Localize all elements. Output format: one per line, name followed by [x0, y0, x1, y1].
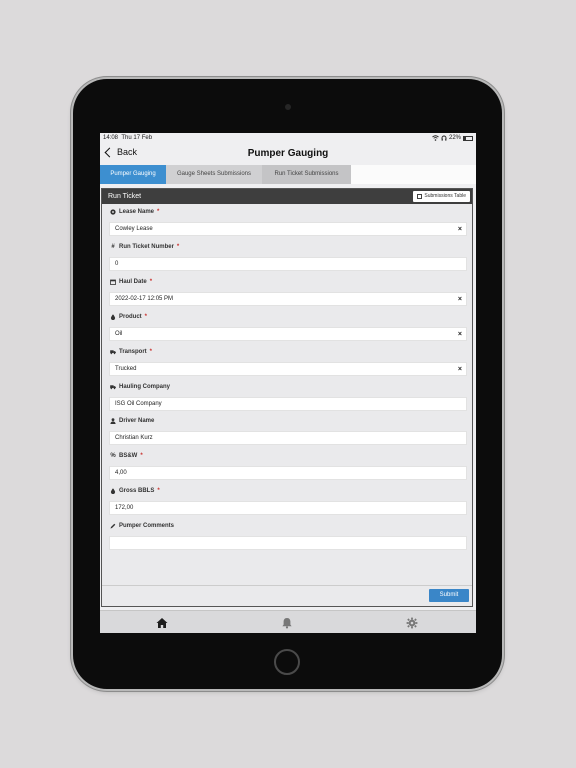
bsw-label: % BS&W *: [110, 453, 143, 459]
submissions-table-label: Submissions Table: [424, 193, 466, 199]
percent-icon: %: [110, 453, 116, 459]
bottom-tab-bar: [100, 610, 476, 633]
haul-date-input[interactable]: 2022-02-17 12:05 PM ×: [109, 292, 467, 306]
droplet-icon: [110, 314, 116, 320]
submissions-table-button[interactable]: Submissions Table: [413, 191, 470, 202]
clear-product-icon[interactable]: ×: [458, 328, 462, 341]
status-bar: 14:08 Thu 17 Feb 22%: [100, 133, 476, 143]
home-icon[interactable]: [155, 617, 169, 629]
driver-name-label: Driver Name: [110, 418, 154, 424]
run-ticket-form: Run Ticket Submissions Table Lease Name *…: [101, 188, 473, 607]
gross-bbls-label: Gross BBLS *: [110, 488, 160, 494]
app-screen: 14:08 Thu 17 Feb 22% Back Pumper Gauging…: [100, 133, 476, 633]
tab-pumper-gauging[interactable]: Pumper Gauging: [100, 165, 166, 184]
circle-icon: [110, 209, 116, 215]
calendar-icon: [110, 279, 116, 285]
transport-label: Transport *: [110, 349, 152, 355]
device-home-button[interactable]: [274, 649, 300, 675]
status-indicators: 22%: [432, 135, 473, 141]
driver-name-input[interactable]: Christian Kurz: [109, 431, 467, 445]
pencil-icon: [110, 523, 116, 529]
battery-percent: 22%: [448, 135, 461, 141]
battery-icon: [463, 135, 473, 141]
truck-icon: [110, 385, 116, 390]
form-footer: Submit: [102, 585, 472, 606]
transport-select[interactable]: Trucked ×: [109, 362, 467, 376]
status-time: 14:08 Thu 17 Feb: [103, 135, 153, 141]
tablet-frame: 14:08 Thu 17 Feb 22% Back Pumper Gauging…: [73, 79, 502, 689]
user-icon: [110, 418, 116, 424]
hauling-company-label: Hauling Company: [110, 384, 170, 390]
clear-transport-icon[interactable]: ×: [458, 363, 462, 376]
droplet-icon: [110, 488, 116, 494]
truck-icon: [110, 350, 116, 355]
navigation-bar: Back Pumper Gauging: [100, 143, 476, 165]
hashtag-icon: #: [111, 244, 115, 250]
pumper-comments-input[interactable]: [109, 536, 467, 550]
lease-name-label: Lease Name *: [110, 209, 159, 215]
clear-lease-name-icon[interactable]: ×: [458, 223, 462, 236]
tab-gauge-sheets-submissions[interactable]: Gauge Sheets Submissions: [166, 165, 262, 184]
camera: [285, 104, 291, 110]
lease-name-select[interactable]: Cowley Lease ×: [109, 222, 467, 236]
headphones-icon: [441, 135, 447, 141]
submit-button[interactable]: Submit: [429, 589, 469, 602]
hauling-company-input[interactable]: ISG Oil Company: [109, 397, 467, 411]
haul-date-label: Haul Date *: [110, 279, 152, 285]
bsw-input[interactable]: 4,00: [109, 466, 467, 480]
page-title: Pumper Gauging: [247, 148, 329, 159]
panel-header: Run Ticket Submissions Table: [102, 189, 472, 204]
panel-title: Run Ticket: [108, 193, 142, 200]
wifi-icon: [432, 135, 439, 141]
pumper-comments-label: Pumper Comments: [110, 523, 174, 529]
clear-haul-date-icon[interactable]: ×: [458, 293, 462, 306]
tab-strip: Pumper Gauging Gauge Sheets Submissions …: [100, 165, 476, 184]
bell-icon[interactable]: [280, 617, 294, 629]
gear-icon[interactable]: [405, 617, 419, 629]
product-label: Product *: [110, 314, 147, 320]
product-select[interactable]: Oil ×: [109, 327, 467, 341]
calendar-icon: [417, 194, 423, 199]
run-ticket-number-input[interactable]: 0: [109, 257, 467, 271]
tab-strip-filler: [351, 165, 476, 184]
tab-run-ticket-submissions[interactable]: Run Ticket Submissions: [262, 165, 351, 184]
run-ticket-number-label: # Run Ticket Number *: [111, 244, 180, 250]
gross-bbls-input[interactable]: 172,00: [109, 501, 467, 515]
